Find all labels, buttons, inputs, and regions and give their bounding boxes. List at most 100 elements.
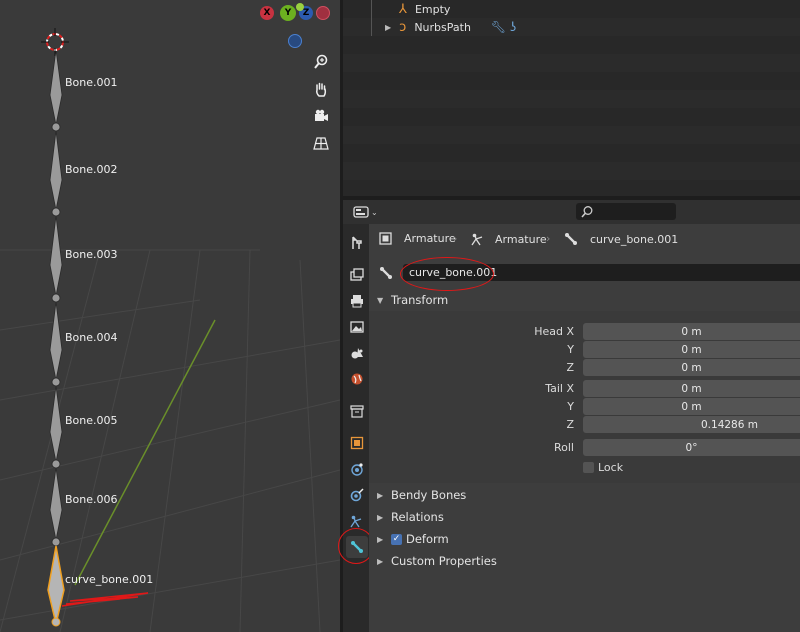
- physics-icon: [351, 463, 363, 476]
- gizmo-x-axis[interactable]: X: [260, 6, 274, 20]
- breadcrumb-armature-object: Armature: [379, 232, 456, 245]
- collapsed-arrow-icon: ▶: [377, 512, 384, 522]
- bone-label: Bone.002: [65, 163, 118, 176]
- head-z-label: Z: [566, 361, 574, 374]
- properties-editor-icon: [353, 206, 369, 218]
- printer-icon: [351, 295, 363, 308]
- properties-tab-bar: [343, 224, 369, 632]
- breadcrumb-separator-icon: ›: [546, 232, 551, 245]
- bone-label: Bone.003: [65, 248, 118, 261]
- search-icon: [581, 205, 593, 218]
- roll-field[interactable]: 0°: [583, 439, 800, 456]
- view-layer-tab[interactable]: [346, 316, 368, 338]
- bendy-bones-panel-header[interactable]: ▶ Bendy Bones: [369, 484, 800, 506]
- collapsed-arrow-icon: ▶: [377, 534, 384, 544]
- tool-icon: [352, 236, 362, 249]
- editor-type-button[interactable]: ⌄: [353, 204, 379, 220]
- head-y-field[interactable]: 0 m: [583, 341, 800, 358]
- outliner-row: [343, 36, 800, 54]
- gizmo-neg-z-axis[interactable]: [288, 34, 302, 48]
- head-z-field[interactable]: 0 m: [583, 359, 800, 376]
- deform-panel-header[interactable]: ▶ ✓ Deform: [369, 528, 800, 550]
- deform-checkbox[interactable]: ✓: [391, 533, 402, 545]
- annotation-circle: [400, 257, 494, 291]
- armature-icon: [350, 515, 362, 528]
- lock-checkbox[interactable]: Lock: [583, 461, 623, 474]
- outliner-row: [343, 108, 800, 126]
- outliner-row: [343, 162, 800, 180]
- relations-panel-header[interactable]: ▶ Relations: [369, 506, 800, 528]
- search-input[interactable]: [576, 203, 676, 220]
- gizmo-y-dot[interactable]: [296, 3, 304, 11]
- bone-label-active: curve_bone.001: [65, 573, 154, 586]
- scene-icon: [351, 348, 363, 359]
- world-tab[interactable]: [346, 368, 368, 390]
- properties-header: ⌄: [343, 200, 800, 224]
- tool-tab[interactable]: [346, 232, 368, 254]
- tail-x-field[interactable]: 0 m: [583, 380, 800, 397]
- curve-data-icon[interactable]: ʖ: [510, 20, 516, 34]
- outliner-item-nurbspath[interactable]: ▶ ↄ NurbsPath 🔧︎ ʖ: [385, 18, 516, 36]
- outliner-row: [343, 54, 800, 72]
- tail-y-label: Y: [567, 400, 574, 413]
- expand-arrow-icon[interactable]: ▶: [385, 23, 391, 32]
- output-tab[interactable]: [346, 290, 368, 312]
- outliner-row: [343, 126, 800, 144]
- empty-icon: ⅄: [399, 1, 407, 17]
- outliner-row: [343, 180, 800, 196]
- tail-z-field[interactable]: 0.14286 m: [583, 416, 800, 433]
- scene-tab[interactable]: [346, 342, 368, 364]
- bone-label: Bone.005: [65, 414, 118, 427]
- transform-panel-header[interactable]: ▼ Transform: [369, 289, 800, 311]
- hand-icon[interactable]: [309, 77, 333, 101]
- head-x-field[interactable]: 0 m: [583, 323, 800, 340]
- bone-label: Bone.004: [65, 331, 118, 344]
- collection-icon: [350, 405, 364, 418]
- checkbox-box[interactable]: [583, 462, 594, 473]
- collapsed-arrow-icon: ▶: [377, 490, 384, 500]
- tail-z-label: Z: [566, 418, 574, 431]
- head-y-label: Y: [567, 343, 574, 356]
- collection-tab[interactable]: [346, 400, 368, 422]
- constraint-icon: [350, 488, 364, 502]
- gizmo-neg-x-axis[interactable]: [316, 6, 330, 20]
- constraint-tab[interactable]: [346, 484, 368, 506]
- render-icon: [350, 268, 364, 281]
- tail-x-label: Tail X: [545, 382, 574, 395]
- breadcrumb-bone: curve_bone.001: [564, 232, 678, 246]
- wrench-icon[interactable]: 🔧︎: [491, 20, 506, 34]
- bone-properties: Armature › Armature › curve_bone.001 cur…: [369, 224, 800, 632]
- grid-icon[interactable]: [309, 131, 333, 155]
- image-icon: [350, 321, 364, 333]
- outliner-item-label: NurbsPath: [414, 20, 471, 34]
- 3d-viewport[interactable]: Bone.001 Bone.002 Bone.003 Bone.004 Bone…: [0, 0, 340, 632]
- gizmo-y-axis[interactable]: Y: [280, 5, 296, 21]
- armature-icon: [471, 233, 483, 246]
- viewport-scene: [0, 28, 340, 632]
- zoom-icon[interactable]: [309, 50, 333, 74]
- modifier-tab[interactable]: [346, 458, 368, 480]
- chevron-down-icon: ⌄: [371, 207, 378, 217]
- camera-icon[interactable]: [309, 104, 333, 128]
- bone-label: Bone.006: [65, 493, 118, 506]
- bone-label: Bone.001: [65, 76, 118, 89]
- object-icon: [379, 232, 392, 245]
- breadcrumb-separator-icon: ›: [453, 232, 458, 245]
- outliner-item-label: Empty: [414, 2, 451, 16]
- object-tab[interactable]: [346, 432, 368, 454]
- head-x-label: Head X: [534, 325, 574, 338]
- outliner-item-empty[interactable]: ⅄ Empty: [399, 0, 450, 18]
- collapsed-arrow-icon: ▶: [377, 556, 384, 566]
- breadcrumb-armature-data: Armature: [471, 232, 547, 246]
- object-icon: [350, 436, 364, 450]
- bone-icon: [565, 233, 577, 245]
- outliner-row: [343, 90, 800, 108]
- tree-line: [371, 0, 372, 36]
- render-tab[interactable]: [346, 264, 368, 286]
- bone-icon: [380, 267, 392, 279]
- tail-y-field[interactable]: 0 m: [583, 398, 800, 415]
- outliner-row: [343, 144, 800, 162]
- roll-label: Roll: [554, 441, 574, 454]
- outliner[interactable]: ⅄ Empty ▶ ↄ NurbsPath 🔧︎ ʖ: [343, 0, 800, 196]
- custom-properties-panel-header[interactable]: ▶ Custom Properties: [369, 550, 800, 572]
